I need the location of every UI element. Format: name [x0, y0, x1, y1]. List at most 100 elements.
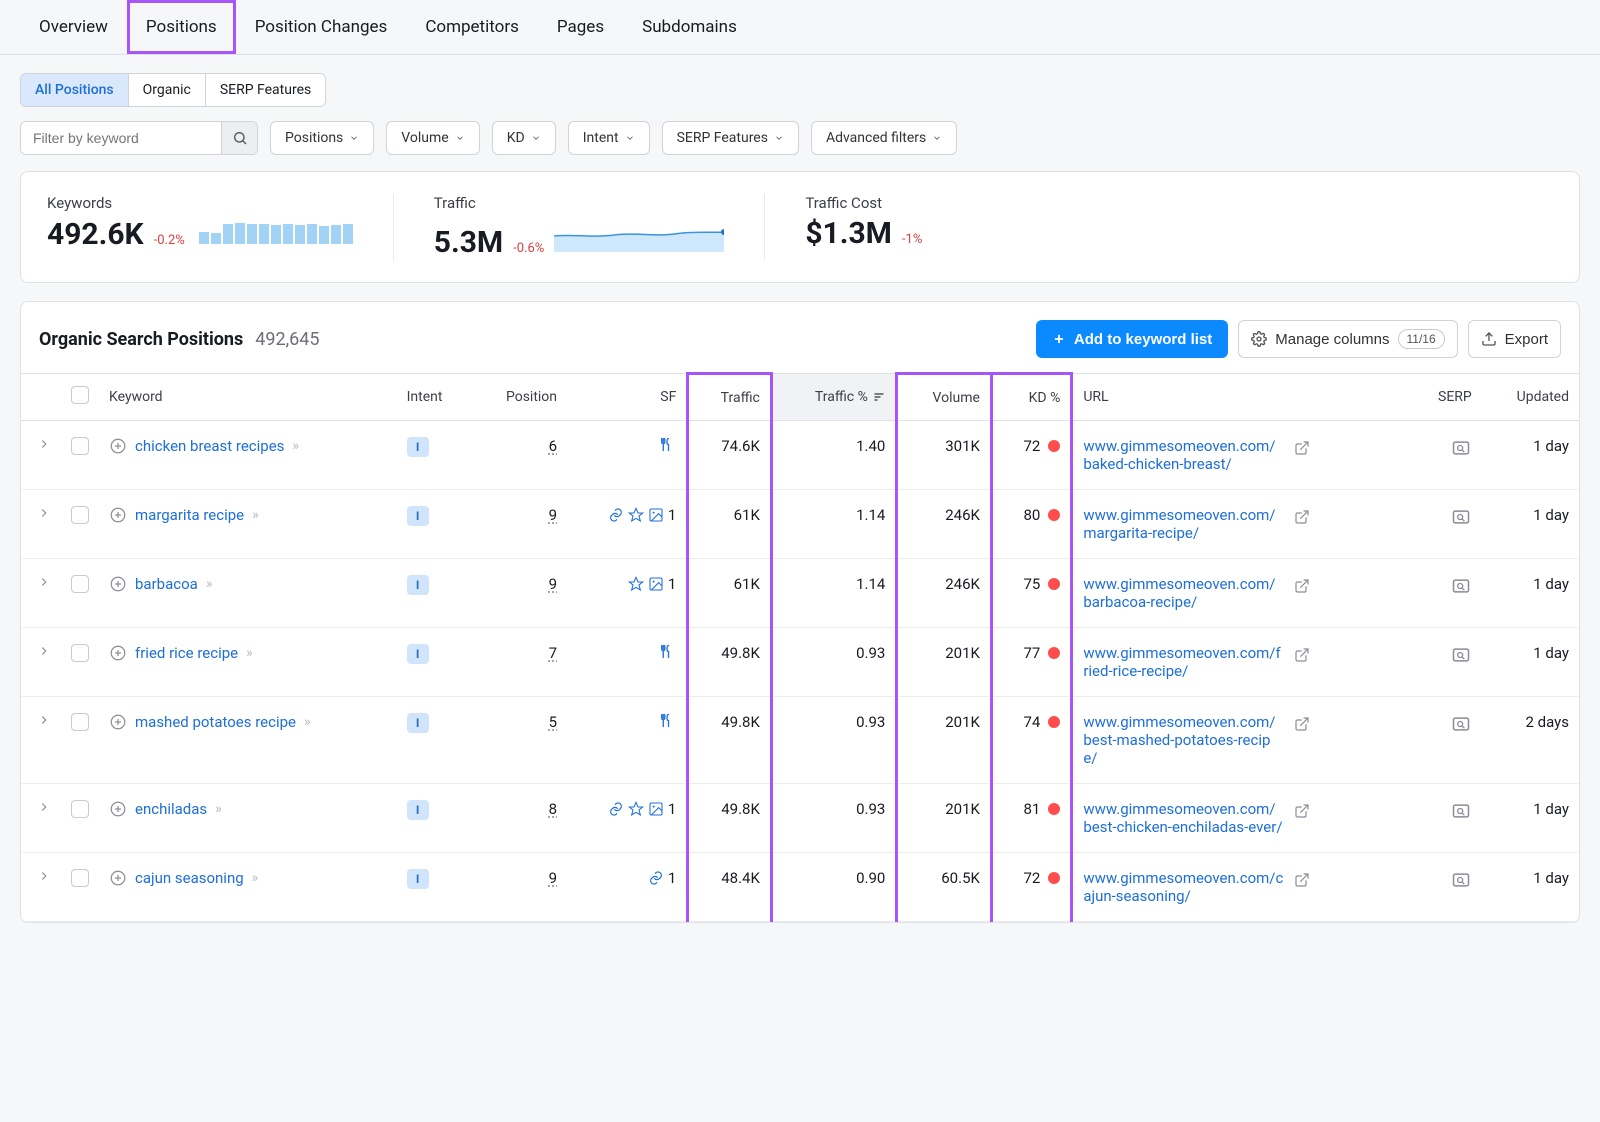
add-keyword-icon[interactable] — [109, 506, 127, 524]
keyword-arrows-icon: » — [206, 576, 213, 592]
position-value: 9 — [549, 506, 557, 524]
link-icon — [608, 801, 624, 817]
traffic-pct-value: 1.14 — [771, 559, 896, 628]
keyword-filter-input[interactable] — [21, 122, 221, 154]
open-url-button[interactable] — [1291, 506, 1313, 528]
sub-tab-all-positions[interactable]: All Positions — [21, 74, 129, 106]
result-url-link[interactable]: www.gimmesomeoven.com/barbacoa-recipe/ — [1083, 575, 1283, 611]
intent-badge: I — [407, 575, 429, 595]
open-url-button[interactable] — [1291, 575, 1313, 597]
add-keyword-icon[interactable] — [109, 575, 127, 593]
open-url-button[interactable] — [1291, 713, 1313, 735]
col-traffic-pct[interactable]: Traffic % — [771, 374, 896, 421]
keywords-bars-chart — [199, 216, 353, 244]
external-link-icon — [1294, 509, 1310, 525]
export-button[interactable]: Export — [1468, 320, 1561, 358]
expand-row-icon[interactable] — [37, 869, 51, 883]
keyword-link[interactable]: chicken breast recipes — [135, 437, 284, 455]
add-keyword-icon[interactable] — [109, 437, 127, 455]
view-serp-button[interactable] — [1450, 713, 1472, 735]
sub-tab-organic[interactable]: Organic — [129, 74, 206, 106]
row-checkbox[interactable] — [71, 644, 89, 662]
open-url-button[interactable] — [1291, 800, 1313, 822]
col-position[interactable]: Position — [472, 374, 567, 421]
add-keyword-icon[interactable] — [109, 644, 127, 662]
row-checkbox[interactable] — [71, 713, 89, 731]
manage-columns-button[interactable]: Manage columns 11/16 — [1238, 320, 1457, 358]
view-serp-button[interactable] — [1450, 869, 1472, 891]
filter-positions[interactable]: Positions — [270, 121, 374, 155]
keyword-link[interactable]: barbacoa — [135, 575, 198, 593]
keyword-filter-search-button[interactable] — [221, 122, 257, 154]
keyword-link[interactable]: margarita recipe — [135, 506, 244, 524]
expand-row-icon[interactable] — [37, 644, 51, 658]
view-serp-button[interactable] — [1450, 575, 1472, 597]
intent-badge: I — [407, 644, 429, 664]
result-url-link[interactable]: www.gimmesomeoven.com/best-chicken-enchi… — [1083, 800, 1283, 836]
view-serp-button[interactable] — [1450, 437, 1472, 459]
traffic-value: 49.8K — [688, 784, 772, 853]
tab-positions[interactable]: Positions — [127, 0, 236, 54]
open-url-button[interactable] — [1291, 644, 1313, 666]
expand-row-icon[interactable] — [37, 575, 51, 589]
col-kd[interactable]: KD % — [991, 374, 1071, 421]
col-volume[interactable]: Volume — [897, 374, 992, 421]
col-sf[interactable]: SF — [567, 374, 688, 421]
position-value: 9 — [549, 869, 557, 887]
sub-tab-serp-features[interactable]: SERP Features — [206, 74, 325, 106]
col-keyword[interactable]: Keyword — [99, 374, 397, 421]
filter-kd[interactable]: KD — [492, 121, 556, 155]
tab-subdomains[interactable]: Subdomains — [623, 0, 756, 54]
view-serp-button[interactable] — [1450, 506, 1472, 528]
expand-row-icon[interactable] — [37, 506, 51, 520]
expand-row-icon[interactable] — [37, 800, 51, 814]
filter-serp-features[interactable]: SERP Features — [662, 121, 799, 155]
sf-count: 1 — [668, 575, 676, 593]
view-serp-button[interactable] — [1450, 800, 1472, 822]
view-serp-button[interactable] — [1450, 644, 1472, 666]
volume-value: 201K — [897, 697, 992, 784]
row-checkbox[interactable] — [71, 506, 89, 524]
keyword-link[interactable]: enchiladas — [135, 800, 207, 818]
add-keyword-icon[interactable] — [109, 800, 127, 818]
row-checkbox[interactable] — [71, 800, 89, 818]
keyword-link[interactable]: fried rice recipe — [135, 644, 238, 662]
expand-row-icon[interactable] — [37, 437, 51, 451]
col-updated[interactable]: Updated — [1482, 374, 1579, 421]
result-url-link[interactable]: www.gimmesomeoven.com/baked-chicken-brea… — [1083, 437, 1283, 473]
open-url-button[interactable] — [1291, 437, 1313, 459]
filter-intent[interactable]: Intent — [568, 121, 650, 155]
tab-position-changes[interactable]: Position Changes — [236, 0, 407, 54]
col-serp[interactable]: SERP — [1410, 374, 1482, 421]
position-value: 9 — [549, 575, 557, 593]
add-keyword-icon[interactable] — [109, 713, 127, 731]
expand-row-icon[interactable] — [37, 713, 51, 727]
add-keyword-icon[interactable] — [109, 869, 127, 887]
row-checkbox[interactable] — [71, 869, 89, 887]
select-all-checkbox[interactable] — [71, 386, 89, 404]
tab-overview[interactable]: Overview — [20, 0, 127, 54]
position-value: 7 — [549, 644, 557, 662]
table-header: Organic Search Positions 492,645 Add to … — [21, 302, 1579, 372]
keyword-link[interactable]: mashed potatoes recipe — [135, 713, 296, 731]
col-intent[interactable]: Intent — [397, 374, 472, 421]
add-to-keyword-list-button[interactable]: Add to keyword list — [1036, 320, 1228, 358]
serp-icon — [1451, 507, 1471, 527]
stat-traffic: Traffic 5.3M -0.6% — [434, 194, 766, 260]
result-url-link[interactable]: www.gimmesomeoven.com/fried-rice-recipe/ — [1083, 644, 1283, 680]
tab-pages[interactable]: Pages — [538, 0, 623, 54]
filter-advanced[interactable]: Advanced filters — [811, 121, 957, 155]
open-url-button[interactable] — [1291, 869, 1313, 891]
result-url-link[interactable]: www.gimmesomeoven.com/margarita-recipe/ — [1083, 506, 1283, 542]
result-url-link[interactable]: www.gimmesomeoven.com/best-mashed-potato… — [1083, 713, 1283, 767]
row-checkbox[interactable] — [71, 575, 89, 593]
col-url[interactable]: URL — [1072, 374, 1410, 421]
col-traffic[interactable]: Traffic — [688, 374, 772, 421]
updated-value: 2 days — [1482, 697, 1579, 784]
tab-competitors[interactable]: Competitors — [406, 0, 538, 54]
row-checkbox[interactable] — [71, 437, 89, 455]
keyword-link[interactable]: cajun seasoning — [135, 869, 244, 887]
result-url-link[interactable]: www.gimmesomeoven.com/cajun-seasoning/ — [1083, 869, 1283, 905]
filter-volume[interactable]: Volume — [386, 121, 479, 155]
updated-value: 1 day — [1482, 628, 1579, 697]
